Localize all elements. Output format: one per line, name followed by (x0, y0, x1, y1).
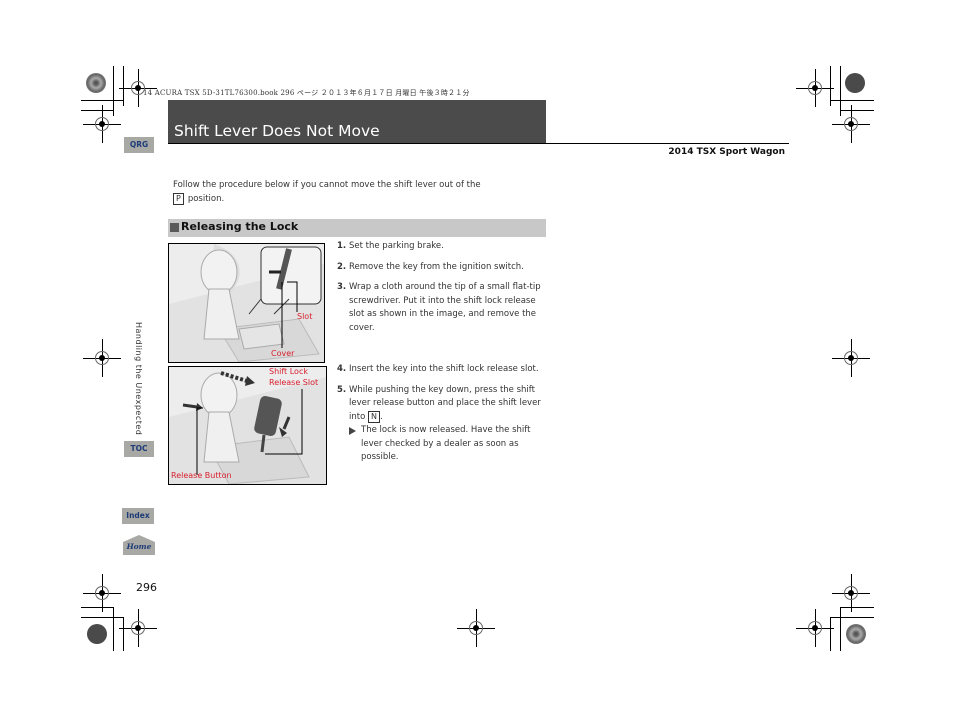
section-side-label: Handling the Unexpected (134, 322, 143, 436)
cover-label: Cover (271, 349, 295, 358)
toc-tab[interactable]: TOC (124, 441, 154, 457)
home-label: Home (126, 542, 152, 551)
color-disc-bottom-right (846, 624, 866, 644)
shift-lock-slot-label-2: Release Slot (269, 378, 319, 387)
slot-label: Slot (297, 312, 313, 321)
print-header: 14 ACURA TSX 5D-31TL76300.book 296 ページ ２… (143, 89, 470, 97)
section-title: Releasing the Lock (181, 220, 299, 233)
step-text: Set the parking brake. (349, 241, 444, 251)
step-item: 4. Insert the key into the shift lock rel… (337, 363, 549, 377)
intro-text: Follow the procedure below if you cannot… (173, 180, 481, 190)
step-text-end: . (379, 411, 383, 422)
triangle-bullet-icon (349, 427, 356, 435)
step-number: 4. (337, 364, 347, 374)
release-button-label: Release Button (171, 471, 232, 480)
key-p: P (173, 193, 184, 205)
step-text: Insert the key into the shift lock relea… (349, 364, 539, 374)
model-name: 2014 TSX Sport Wagon (668, 147, 785, 157)
result-note: The lock is now released. Have the shift… (349, 424, 549, 465)
step-text: Remove the key from the ignition switch. (349, 261, 524, 272)
steps-group-1: 1. Set the parking brake. 2. Remove the ke… (337, 240, 549, 342)
page-number: 296 (136, 581, 157, 594)
page-title: Shift Lever Does Not Move (174, 122, 380, 140)
home-tab[interactable]: Home (123, 535, 155, 555)
figure-release-lock: Shift Lock Release Slot Release Button (168, 366, 327, 485)
step-item: 2. Remove the key from the ignition switc… (337, 261, 549, 275)
step-item: 1. Set the parking brake. (337, 240, 549, 254)
title-bar: Shift Lever Does Not Move (168, 100, 546, 143)
intro-paragraph: Follow the procedure below if you cannot… (173, 178, 533, 206)
step-text: Wrap a cloth around the tip of a small f… (349, 282, 541, 333)
step-number: 3. (337, 282, 347, 292)
color-disc-top-left (86, 73, 106, 93)
step-item: 3. Wrap a cloth around the tip of a small… (337, 281, 549, 335)
note-text: The lock is now released. Have the shift… (361, 425, 531, 462)
step-number: 2. (337, 261, 347, 272)
color-disc-top-right (845, 73, 865, 93)
title-rule (168, 143, 789, 144)
steps-group-2: 4. Insert the key into the shift lock rel… (337, 363, 549, 465)
step-item: 5. While pushing the key down, press the … (337, 384, 549, 465)
section-header: Releasing the Lock (168, 219, 546, 237)
index-tab[interactable]: Index (122, 508, 154, 524)
square-bullet-icon (170, 223, 179, 232)
figure-remove-cover: Slot Cover (168, 243, 325, 363)
shift-lever-illustration (169, 244, 324, 362)
step-number: 1. (337, 241, 347, 251)
color-disc-bottom-left (87, 624, 107, 644)
step-number: 5. (337, 384, 347, 395)
qrg-tab[interactable]: QRG (124, 137, 154, 153)
shift-lock-slot-label-1: Shift Lock (269, 367, 308, 376)
intro-suffix: position. (187, 194, 225, 204)
key-n: N (368, 410, 380, 423)
